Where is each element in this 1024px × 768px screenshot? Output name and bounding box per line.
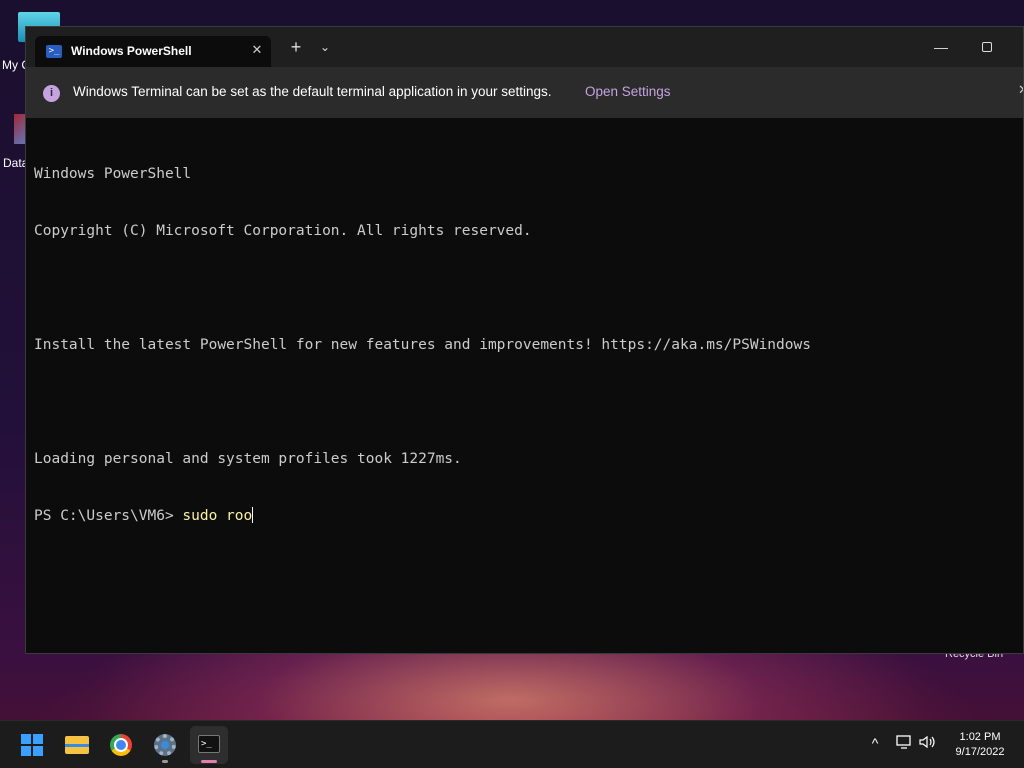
prompt: PS C:\Users\VM6> — [34, 508, 183, 524]
file-explorer-button[interactable] — [58, 726, 96, 764]
volume-icon[interactable] — [918, 735, 938, 752]
clock[interactable]: 1:02 PM 9/17/2022 — [940, 730, 1020, 760]
console-line: Install the latest PowerShell for new fe… — [34, 337, 811, 353]
running-indicator — [162, 760, 168, 763]
clock-time: 1:02 PM — [959, 731, 1001, 743]
command-input[interactable]: sudo roo — [182, 508, 252, 524]
powershell-icon: >_ — [46, 45, 62, 58]
terminal-icon: >_ — [198, 735, 220, 753]
taskbar: >_ ^ 1:02 PM 9/17/2022 — [0, 720, 1024, 768]
maximize-icon — [982, 42, 992, 52]
tab-close-button[interactable]: ✕ — [248, 41, 266, 59]
console-line: Copyright (C) Microsoft Corporation. All… — [34, 223, 532, 239]
active-indicator — [201, 760, 217, 763]
terminal-window[interactable]: >_ Windows PowerShell ✕ + ⌄ — i Windows … — [25, 26, 1024, 654]
tab-dropdown-button[interactable]: ⌄ — [315, 37, 335, 57]
text-cursor — [252, 507, 254, 523]
settings-button[interactable] — [146, 726, 184, 764]
chevron-up-icon[interactable]: ^ — [866, 735, 884, 751]
info-icon: i — [43, 85, 60, 102]
chrome-button[interactable] — [102, 726, 140, 764]
console-line: Windows PowerShell — [34, 166, 192, 182]
console-output[interactable]: Windows PowerShell Copyright (C) Microso… — [34, 127, 1014, 647]
maximize-button[interactable] — [972, 37, 1002, 57]
title-bar[interactable]: >_ Windows PowerShell ✕ + ⌄ — — [26, 27, 1023, 67]
chrome-icon — [110, 734, 132, 756]
close-icon[interactable]: ✕ — [1018, 82, 1023, 98]
minimize-button[interactable]: — — [926, 37, 956, 57]
clock-date: 9/17/2022 — [955, 746, 1005, 758]
tab-title: Windows PowerShell — [71, 44, 192, 58]
gear-icon — [154, 734, 176, 756]
new-tab-button[interactable]: + — [284, 37, 308, 57]
folder-icon — [65, 736, 89, 754]
info-bar: i Windows Terminal can be set as the def… — [26, 67, 1023, 118]
prompt-line[interactable]: PS C:\Users\VM6> sudo roo — [34, 507, 1014, 526]
network-icon[interactable] — [894, 735, 914, 752]
start-button[interactable] — [13, 726, 51, 764]
console-line: Loading personal and system profiles too… — [34, 451, 462, 467]
terminal-button[interactable]: >_ — [190, 726, 228, 764]
open-settings-link[interactable]: Open Settings — [585, 84, 671, 99]
tab-windows-powershell[interactable]: >_ Windows PowerShell ✕ — [35, 36, 271, 67]
info-message: Windows Terminal can be set as the defau… — [73, 84, 552, 99]
